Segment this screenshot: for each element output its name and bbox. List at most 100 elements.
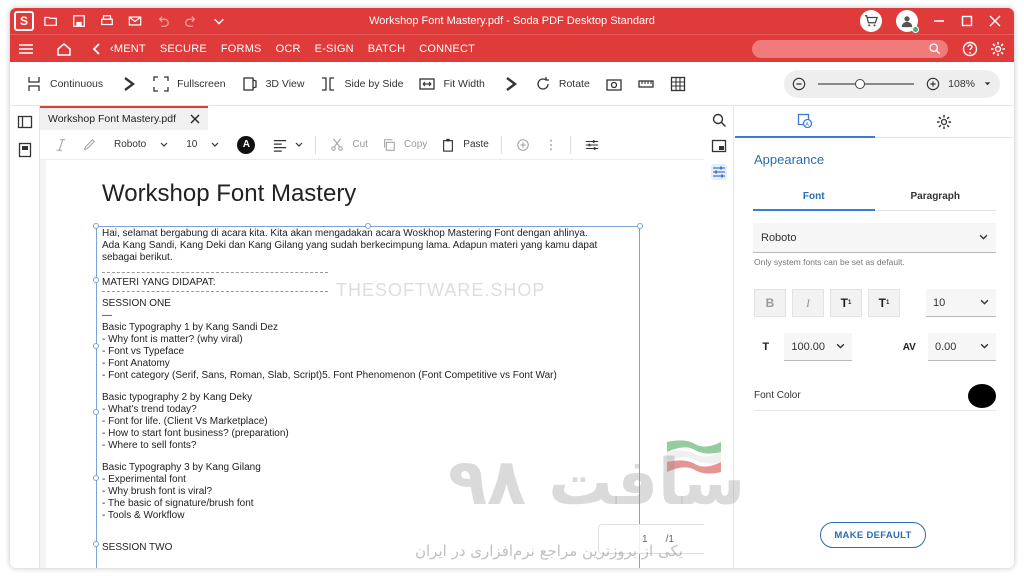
adjustments-icon[interactable] bbox=[585, 138, 599, 152]
cart-button[interactable] bbox=[860, 10, 882, 32]
hamburger-menu-icon[interactable] bbox=[18, 41, 34, 57]
make-default-button[interactable]: MAKE DEFAULT bbox=[820, 522, 926, 548]
tab-settings[interactable] bbox=[874, 106, 1014, 138]
current-page[interactable]: 1 bbox=[642, 534, 648, 545]
page-navigator[interactable]: 1 /1 bbox=[598, 524, 718, 554]
text-line: - Why font is matter? (why viral) bbox=[102, 334, 243, 345]
menu-item-esign[interactable]: E-SIGN bbox=[315, 43, 354, 55]
zoom-out-icon[interactable] bbox=[792, 77, 806, 91]
fullscreen-button[interactable]: Fullscreen bbox=[153, 75, 226, 92]
continuous-label: Continuous bbox=[50, 77, 104, 90]
zoom-slider[interactable] bbox=[818, 78, 915, 89]
resize-handle[interactable] bbox=[93, 409, 99, 415]
tab-paragraph[interactable]: Paragraph bbox=[874, 191, 996, 211]
font-size-value: 10 bbox=[186, 139, 198, 150]
chevron-right-icon bbox=[506, 76, 517, 91]
highlighter-icon[interactable] bbox=[82, 138, 96, 152]
email-icon[interactable] bbox=[128, 14, 142, 28]
view-panel-icon[interactable] bbox=[711, 138, 727, 154]
save-icon[interactable] bbox=[72, 14, 86, 28]
more-vertical-icon[interactable] bbox=[544, 138, 558, 152]
font-color-swatch[interactable] bbox=[968, 383, 996, 408]
tab-appearance[interactable]: A bbox=[735, 106, 875, 138]
scissors-icon[interactable] bbox=[330, 138, 344, 152]
horizontal-scale-field[interactable]: 100.00 bbox=[784, 333, 853, 361]
side-by-side-button[interactable]: Side by Side bbox=[320, 76, 403, 92]
minimize-button[interactable] bbox=[932, 14, 946, 28]
resize-handle[interactable] bbox=[93, 475, 99, 481]
3d-view-button[interactable]: 3D View bbox=[242, 76, 304, 92]
menu-item-ocr[interactable]: OCR bbox=[276, 43, 301, 55]
chevron-left-icon[interactable] bbox=[92, 41, 102, 57]
home-icon[interactable] bbox=[56, 41, 72, 57]
zoom-in-icon[interactable] bbox=[926, 77, 940, 91]
text-line: - Why brush font is viral? bbox=[102, 486, 213, 497]
font-size-select[interactable]: 10 bbox=[186, 139, 219, 150]
resize-handle[interactable] bbox=[93, 343, 99, 349]
print-icon[interactable] bbox=[100, 14, 114, 28]
snapshot-button[interactable] bbox=[606, 76, 622, 92]
chevron-down-icon bbox=[211, 142, 219, 147]
resize-handle[interactable] bbox=[93, 223, 99, 229]
open-folder-icon[interactable] bbox=[44, 14, 58, 28]
rotate-button[interactable]: Rotate bbox=[535, 76, 590, 92]
resize-handle[interactable] bbox=[93, 541, 99, 547]
font-family-dropdown[interactable]: Roboto bbox=[753, 223, 996, 253]
copy-button[interactable]: Copy bbox=[404, 139, 427, 150]
superscript-button[interactable]: T1 bbox=[830, 289, 862, 317]
resize-handle[interactable] bbox=[93, 277, 99, 283]
paste-icon[interactable] bbox=[441, 138, 455, 152]
search-icon[interactable] bbox=[711, 112, 727, 128]
italic-button[interactable]: I bbox=[792, 289, 824, 317]
help-icon[interactable] bbox=[962, 41, 978, 57]
menu-item-batch[interactable]: BATCH bbox=[368, 43, 405, 55]
document-text-body[interactable]: Hai, selamat bergabung di acara kita. Ki… bbox=[102, 228, 642, 554]
window-controls bbox=[860, 10, 1002, 33]
document-canvas[interactable]: Workshop Font Mastery Hai, selamat berga… bbox=[40, 160, 704, 568]
document-tab-label: Workshop Font Mastery.pdf bbox=[48, 113, 176, 125]
app-logo[interactable]: S bbox=[14, 11, 34, 31]
ruler-button[interactable] bbox=[638, 76, 654, 92]
undo-icon[interactable] bbox=[156, 14, 170, 28]
page-title[interactable]: Workshop Font Mastery bbox=[102, 180, 356, 208]
menu-item-document[interactable]: ‹MENT bbox=[110, 43, 146, 55]
font-size-dropdown[interactable]: 10 bbox=[926, 289, 996, 317]
tab-font[interactable]: Font bbox=[753, 191, 875, 211]
close-window-button[interactable] bbox=[988, 14, 1002, 28]
menu-item-connect[interactable]: CONNECT bbox=[419, 43, 475, 55]
continuous-button[interactable]: Continuous bbox=[26, 76, 137, 92]
paste-button[interactable]: Paste bbox=[463, 139, 489, 150]
cart-icon bbox=[864, 15, 878, 27]
copy-icon[interactable] bbox=[382, 138, 396, 152]
panel-toggle-icon[interactable] bbox=[17, 114, 33, 130]
text-line: - Font category (Serif, Sans, Roman, Sla… bbox=[102, 370, 557, 381]
maximize-button[interactable] bbox=[960, 14, 974, 28]
chevron-down-icon[interactable] bbox=[983, 79, 992, 88]
menu-item-secure[interactable]: SECURE bbox=[160, 43, 207, 55]
close-tab-icon[interactable] bbox=[190, 114, 200, 124]
character-spacing-field[interactable]: 0.00 bbox=[927, 333, 996, 361]
search-input[interactable] bbox=[752, 39, 948, 58]
bold-button[interactable]: B bbox=[754, 289, 786, 317]
italic-icon[interactable] bbox=[54, 138, 68, 152]
add-circle-icon[interactable] bbox=[516, 138, 530, 152]
grid-button[interactable] bbox=[670, 76, 686, 92]
text-color-button[interactable]: A bbox=[237, 135, 256, 154]
bookmark-panel-icon[interactable] bbox=[17, 142, 33, 158]
account-button[interactable] bbox=[896, 10, 919, 33]
chevron-down-icon[interactable] bbox=[212, 14, 226, 28]
subscript-button[interactable]: T1 bbox=[868, 289, 900, 317]
properties-sliders-icon[interactable] bbox=[710, 164, 727, 180]
redo-icon[interactable] bbox=[184, 14, 198, 28]
cut-button[interactable]: Cut bbox=[352, 139, 368, 150]
settings-gear-icon[interactable] bbox=[990, 41, 1006, 57]
fit-width-button[interactable]: Fit Width bbox=[419, 76, 518, 92]
document-tab[interactable]: Workshop Font Mastery.pdf bbox=[40, 106, 208, 130]
zoom-value[interactable]: 108% bbox=[948, 78, 975, 90]
zoom-slider-handle[interactable] bbox=[854, 78, 865, 89]
font-family-select[interactable]: Roboto bbox=[114, 139, 168, 150]
menu-item-forms[interactable]: FORMS bbox=[221, 43, 262, 55]
document-page[interactable]: Workshop Font Mastery Hai, selamat berga… bbox=[46, 160, 704, 568]
alignment-select[interactable] bbox=[273, 138, 303, 152]
